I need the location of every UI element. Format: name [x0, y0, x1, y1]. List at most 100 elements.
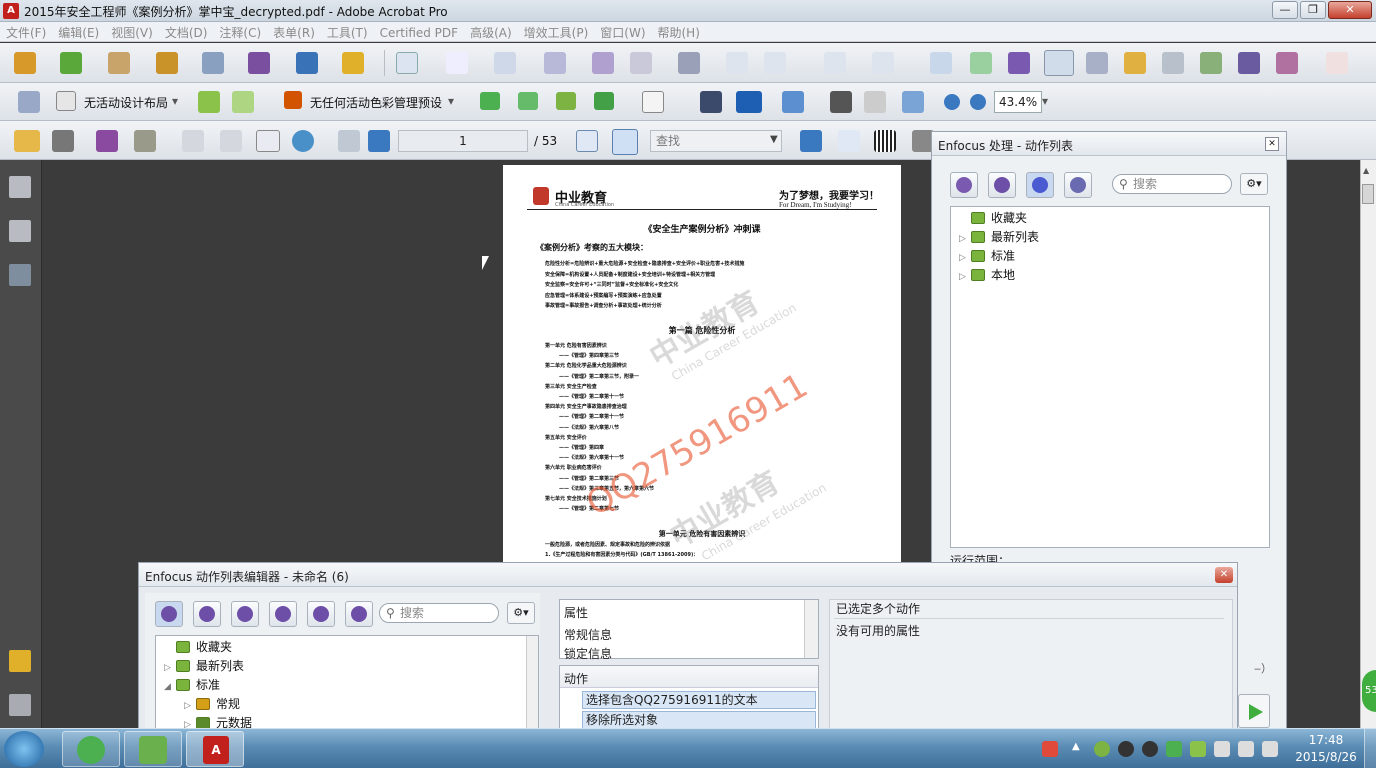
menu-view[interactable]: 视图(V): [105, 22, 159, 43]
select-arrow-icon[interactable]: [396, 52, 418, 74]
tray-expand-icon[interactable]: ▲: [1072, 741, 1080, 752]
editor-info-button[interactable]: [307, 601, 335, 627]
page-down-icon[interactable]: [368, 130, 390, 152]
menu-document[interactable]: 文档(D): [159, 22, 214, 43]
tree-item-standard[interactable]: ▷ 标准: [959, 247, 1015, 264]
fit-width-icon[interactable]: [576, 130, 598, 152]
marquee-icon[interactable]: [446, 52, 468, 74]
layout-label[interactable]: 无活动设计布局: [84, 94, 168, 111]
panel-close-button[interactable]: ✕: [1265, 137, 1279, 151]
zoom-out-icon[interactable]: [944, 94, 960, 110]
editor-edit-button[interactable]: [193, 601, 221, 627]
editor-tools-button[interactable]: [345, 601, 373, 627]
side-badge[interactable]: 53: [1362, 670, 1376, 712]
create-pdf-icon[interactable]: [14, 52, 36, 74]
start-button[interactable]: [4, 731, 44, 767]
run-button[interactable]: [1238, 694, 1270, 728]
page-number-field[interactable]: 1: [398, 130, 528, 152]
tray-battery-icon[interactable]: [1238, 741, 1254, 757]
export-icon[interactable]: [108, 52, 130, 74]
crop-icon[interactable]: [726, 52, 748, 74]
warning-icon[interactable]: [1276, 52, 1298, 74]
page-layout-icon[interactable]: [642, 91, 664, 113]
clock-time[interactable]: 17:48: [1294, 733, 1358, 747]
show-desktop-button[interactable]: [1364, 729, 1376, 768]
action-list-icon[interactable]: [1044, 50, 1074, 76]
editor-refresh-button[interactable]: [231, 601, 259, 627]
panel-settings-button[interactable]: ⚙▾: [1240, 173, 1268, 195]
menu-edit[interactable]: 编辑(E): [52, 22, 105, 43]
mail-icon[interactable]: [518, 92, 538, 110]
menu-forms[interactable]: 表单(R): [267, 22, 321, 43]
zoom-in-icon[interactable]: [970, 94, 986, 110]
redo-icon[interactable]: [872, 52, 894, 74]
cursor-icon[interactable]: [700, 91, 722, 113]
menu-certified-pdf[interactable]: Certified PDF: [374, 24, 465, 42]
comments-icon[interactable]: [9, 650, 31, 672]
color-icon[interactable]: [1124, 52, 1146, 74]
tree-item-local[interactable]: ▷ 本地: [959, 266, 1015, 283]
process-icon[interactable]: [1008, 52, 1030, 74]
zoom-tool-icon[interactable]: [902, 91, 924, 113]
grid-icon[interactable]: [198, 91, 220, 113]
tools-icon[interactable]: [800, 130, 822, 152]
panel-check-button[interactable]: [950, 172, 978, 198]
clock-date[interactable]: 2015/8/26: [1290, 750, 1362, 764]
print-production-icon[interactable]: [1162, 52, 1184, 74]
color-preset-label[interactable]: 无任何活动色彩管理预设: [310, 94, 442, 111]
tray-ime-icon[interactable]: [1042, 741, 1058, 757]
save-disabled-icon[interactable]: [182, 130, 204, 152]
props-item-lock[interactable]: 锁定信息: [564, 645, 612, 662]
menu-file[interactable]: 文件(F): [0, 22, 52, 43]
close-button[interactable]: ✕: [1328, 1, 1372, 19]
combine-icon[interactable]: [60, 52, 82, 74]
menu-plugins[interactable]: 增效工具(P): [518, 22, 595, 43]
taskbar-app-acrobat[interactable]: A: [186, 731, 244, 767]
maximize-button[interactable]: ❐: [1300, 1, 1326, 19]
edit-icon[interactable]: [782, 91, 804, 113]
envelope-icon[interactable]: [256, 130, 280, 152]
exit-icon[interactable]: [1326, 52, 1348, 74]
tray-qq-icon[interactable]: [1118, 741, 1134, 757]
panel-search-input[interactable]: 搜索: [1112, 174, 1232, 194]
taskbar-app-camtasia[interactable]: [124, 731, 182, 767]
pin-icon[interactable]: [678, 52, 700, 74]
menu-tools[interactable]: 工具(T): [321, 22, 374, 43]
resize-icon[interactable]: [764, 52, 786, 74]
pattern-icon[interactable]: [556, 92, 576, 110]
check-icon[interactable]: [970, 52, 992, 74]
signatures-icon[interactable]: [9, 264, 31, 286]
taskbar-app-browser[interactable]: [62, 731, 120, 767]
layers-icon[interactable]: [594, 92, 614, 110]
editor-settings-button[interactable]: ⚙▾: [507, 602, 535, 624]
multimedia-icon[interactable]: [296, 52, 318, 74]
undo-icon[interactable]: [824, 52, 846, 74]
color-preset-icon[interactable]: [284, 91, 302, 109]
tray-qq2-icon[interactable]: [1142, 741, 1158, 757]
layout-icon[interactable]: [56, 91, 76, 111]
editor-check-button[interactable]: [269, 601, 297, 627]
scrollbar-thumb[interactable]: [1362, 184, 1374, 204]
action-item[interactable]: 选择包含QQ275916911的文本: [582, 691, 816, 709]
forms-icon[interactable]: [248, 52, 270, 74]
sign-pen-icon[interactable]: [202, 52, 224, 74]
props-item-general[interactable]: 常规信息: [564, 626, 612, 643]
tray-check-icon[interactable]: [1190, 741, 1206, 757]
barcode-icon[interactable]: [874, 130, 896, 152]
grid2-icon[interactable]: [232, 91, 254, 113]
edit-object-icon[interactable]: [630, 52, 652, 74]
panel-filter-button[interactable]: [1064, 172, 1092, 198]
attachment-icon[interactable]: [9, 694, 31, 716]
page-up-icon[interactable]: [338, 130, 360, 152]
editor-close-button[interactable]: ✕: [1215, 567, 1233, 583]
touchup-icon[interactable]: [18, 91, 40, 113]
action-item[interactable]: 移除所选对象: [582, 711, 816, 729]
props-scrollbar[interactable]: [804, 600, 818, 658]
hand-icon[interactable]: [864, 91, 886, 113]
camera-icon[interactable]: [1238, 52, 1260, 74]
minimize-button[interactable]: —: [1272, 1, 1298, 19]
tray-green-icon[interactable]: [1094, 741, 1110, 757]
menu-help[interactable]: 帮助(H): [652, 22, 706, 43]
print-icon[interactable]: [52, 130, 74, 152]
font-icon[interactable]: [592, 52, 614, 74]
